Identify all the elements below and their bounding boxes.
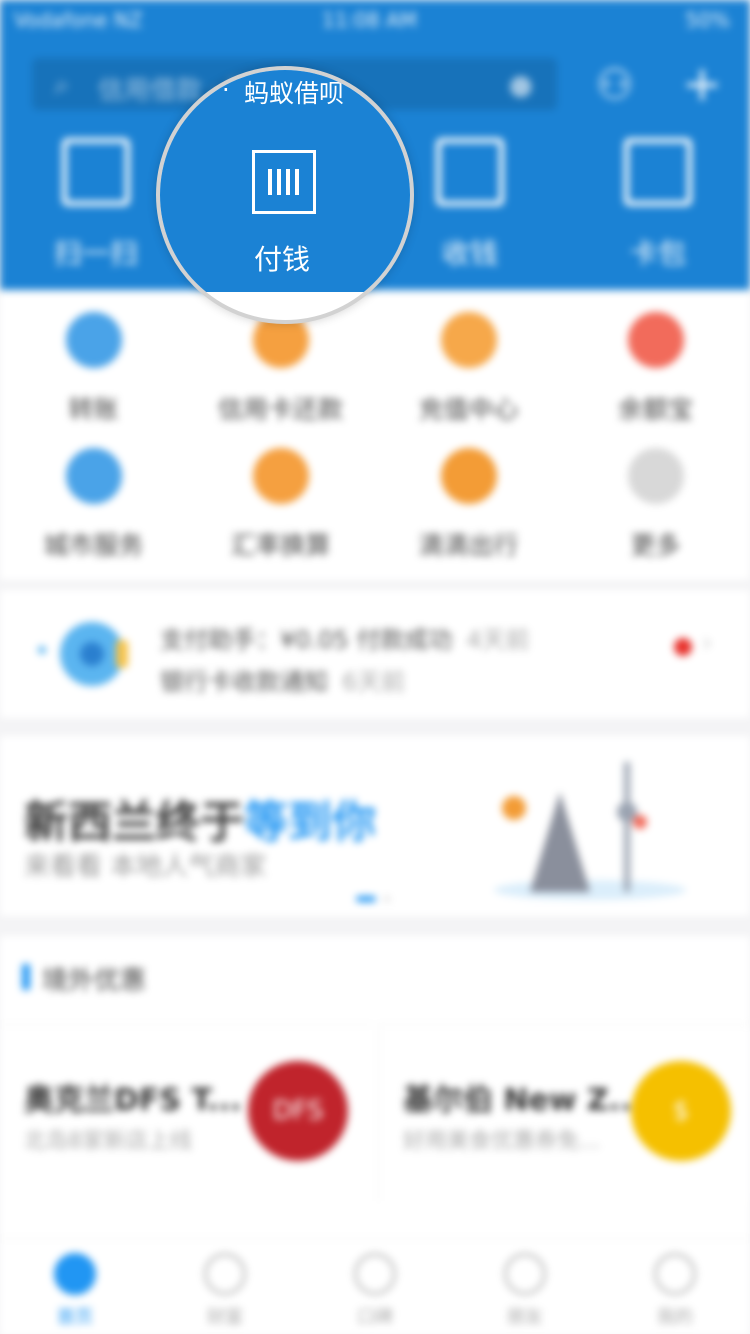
promo-banner[interactable]: 新西兰终于等到你 来看看 本地人气商家	[0, 736, 750, 916]
pay-label: 付钱	[254, 243, 311, 276]
profile-icon	[654, 1253, 696, 1295]
tab-koubei[interactable]: 口碑	[300, 1253, 450, 1329]
wealth-icon	[204, 1253, 246, 1295]
collect-icon	[436, 138, 504, 206]
koubei-icon	[354, 1253, 396, 1295]
microphone-icon[interactable]: ●	[509, 68, 533, 101]
tab-home[interactable]: 首页	[0, 1253, 150, 1329]
topup-icon	[440, 312, 497, 368]
hero-label: 扫一扫	[53, 237, 138, 270]
service-label: 转账	[68, 395, 119, 424]
bottom-tab-bar: 首页 财富 口碑 朋友 我的	[0, 1238, 750, 1334]
hero-label: 收钱	[441, 237, 498, 270]
deal-title: 基尔伯 New Z...	[403, 1083, 643, 1118]
service-transfer[interactable]: 转账	[0, 312, 187, 426]
status-bar: Vodafone NZ 11:08 AM 50%	[0, 0, 750, 40]
service-label: 城市服务	[43, 531, 144, 560]
city-icon	[65, 448, 122, 504]
tab-profile[interactable]: 我的	[600, 1253, 750, 1329]
service-label: 滴滴出行	[418, 531, 519, 560]
dfs-logo: DFS	[248, 1061, 348, 1161]
service-yuebao[interactable]: 余额宝	[562, 312, 749, 426]
tab-label: 财富	[207, 1307, 243, 1328]
carrier-label: Vodafone NZ	[14, 8, 143, 32]
notification-item: 银行卡收款通知 6天前	[160, 662, 405, 697]
service-label: 更多	[630, 531, 681, 560]
service-credit-card[interactable]: 信用卡还款	[187, 312, 374, 426]
service-exchange[interactable]: 汇率换算	[187, 448, 374, 562]
city-skyline-illustration	[494, 762, 686, 900]
service-city[interactable]: 城市服务	[0, 448, 187, 562]
hero-label: 卡包	[629, 237, 686, 270]
search-suggestion-text: 蚂蚁借呗	[244, 79, 345, 108]
service-didi[interactable]: 滴滴出行	[375, 448, 562, 562]
pay-icon[interactable]	[252, 150, 316, 214]
home-icon	[54, 1253, 96, 1295]
friends-icon	[504, 1253, 546, 1295]
deal-subtitle: 北岛8家新店上线	[24, 1129, 192, 1154]
coin-logo: $	[631, 1061, 731, 1161]
hero-card-button[interactable]: 卡包	[578, 138, 738, 278]
hero-scan-button[interactable]: 扫一扫	[16, 138, 176, 278]
banner-subtitle: 来看看 本地人气商家	[24, 852, 267, 882]
unread-dot	[674, 638, 692, 656]
banner-title-main: 新西兰终于	[24, 797, 244, 848]
card-icon	[624, 138, 692, 206]
notification-time: 4天前	[466, 626, 530, 654]
tab-label: 我的	[657, 1307, 693, 1328]
carousel-indicator	[384, 896, 390, 902]
hero-collect-button[interactable]: 收钱	[390, 138, 550, 278]
magnifier-lens: · 蚂蚁借呗 付钱	[156, 66, 414, 324]
notification-text: 支付助手：¥0.05 付款成功	[160, 626, 453, 654]
service-label: 充值中心	[418, 395, 519, 424]
tab-label: 朋友	[507, 1307, 543, 1328]
banner-title-highlight: 等到你	[244, 797, 376, 848]
battery-label: 50%	[685, 8, 730, 32]
plus-icon[interactable]: +	[682, 56, 722, 112]
section-title: 境外优惠	[42, 966, 147, 996]
service-topup[interactable]: 充值中心	[375, 312, 562, 426]
alipay-home-screen: Vodafone NZ 11:08 AM 50% ⌕ 信用借款 · 蚂蚁借呗 ●…	[0, 0, 750, 1334]
more-icon	[627, 448, 684, 504]
notification-time: 6天前	[342, 668, 406, 696]
deal-title: 奥克兰DFS T...	[24, 1083, 242, 1118]
tab-friends[interactable]: 朋友	[450, 1253, 600, 1329]
clock: 11:08 AM	[322, 8, 417, 32]
notification-item: 支付助手：¥0.05 付款成功 4天前	[160, 620, 530, 655]
service-grid: 转账 信用卡还款 充值中心 余额宝 城市服务 汇率换算 滴滴出行 更多	[0, 290, 750, 580]
service-more[interactable]: 更多	[562, 448, 749, 562]
yuebao-icon	[627, 312, 684, 368]
notification-panel[interactable]: 支付助手：¥0.05 付款成功 4天前 银行卡收款通知 6天前 ›	[0, 590, 750, 718]
tab-wealth[interactable]: 财富	[150, 1253, 300, 1329]
tab-label: 口碑	[357, 1307, 393, 1328]
contacts-icon[interactable]: ⚇	[596, 60, 634, 109]
search-icon: ⌕	[54, 68, 70, 101]
tab-label: 首页	[57, 1307, 93, 1328]
notification-text: 银行卡收款通知	[160, 668, 328, 696]
search-separator: ·	[222, 76, 230, 104]
chevron-right-icon: ›	[702, 628, 713, 658]
service-label: 信用卡还款	[217, 395, 343, 424]
deal-card[interactable]: 基尔伯 New Z... 好用美食优惠券免... $	[378, 1024, 750, 1201]
scan-icon	[62, 138, 130, 206]
carousel-indicator-active	[356, 896, 376, 902]
didi-icon	[440, 448, 497, 504]
banner-title: 新西兰终于等到你	[24, 786, 376, 850]
deal-card[interactable]: 奥克兰DFS T... 北岛8家新店上线 DFS	[0, 1024, 372, 1201]
service-label: 汇率换算	[230, 531, 331, 560]
service-label: 余额宝	[617, 395, 693, 424]
transfer-icon	[65, 312, 122, 368]
exchange-icon	[252, 448, 309, 504]
deal-subtitle: 好用美食优惠券免...	[403, 1129, 600, 1154]
mascot-icon	[38, 622, 128, 686]
section-accent-bar	[22, 964, 30, 990]
